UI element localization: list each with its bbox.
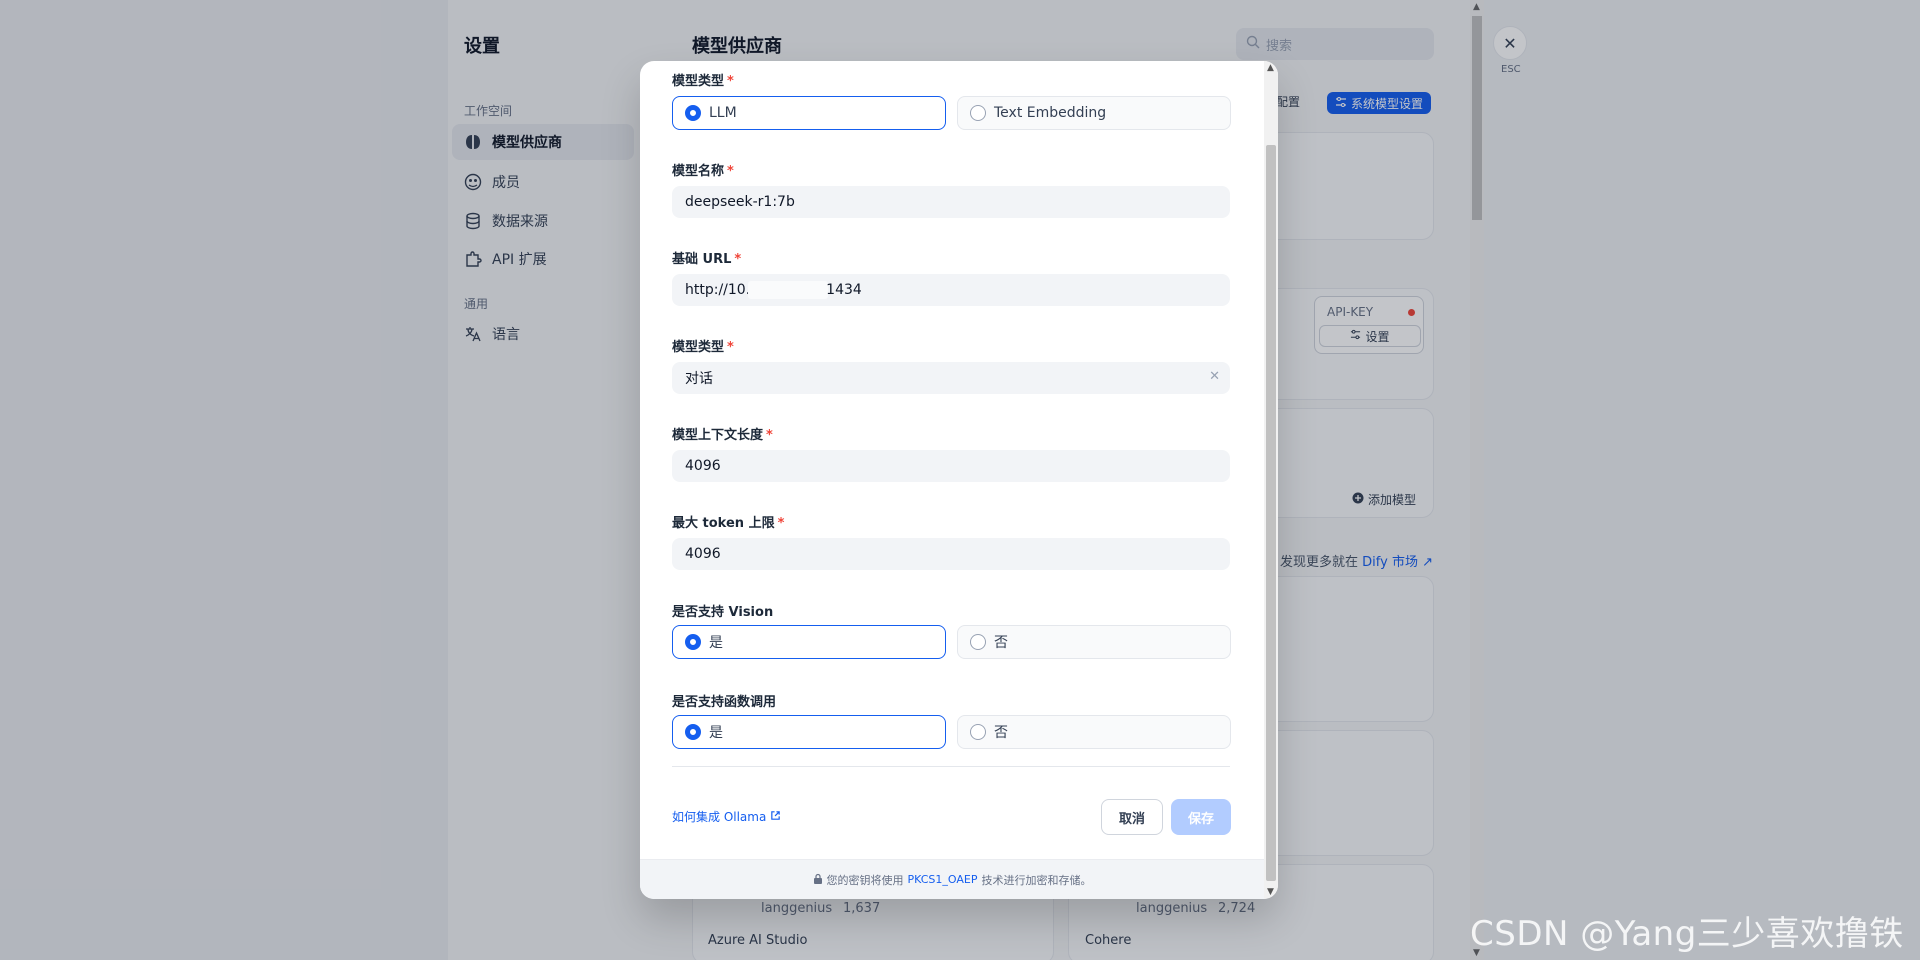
radio-checked-icon xyxy=(685,105,701,121)
option-label: 否 xyxy=(994,635,1008,651)
context-length-label: 模型上下文长度 * xyxy=(672,428,773,443)
footer-prefix: 您的密钥将使用 xyxy=(826,873,904,887)
divider xyxy=(672,766,1230,767)
completion-type-label: 模型类型 * xyxy=(672,340,734,355)
modal-scrollbar[interactable]: ▲ ▼ xyxy=(1264,61,1278,899)
option-label: LLM xyxy=(709,105,737,121)
option-label: 是 xyxy=(709,635,723,651)
clear-icon[interactable]: ✕ xyxy=(1209,369,1220,384)
radio-checked-icon xyxy=(685,634,701,650)
function-call-label: 是否支持函数调用 xyxy=(672,695,777,710)
encryption-notice: 您的密钥将使用 PKCS1_OAEP 技术进行加密和存储。 xyxy=(640,859,1264,899)
model-type-label: 模型类型 * xyxy=(672,74,734,89)
watermark: CSDN @Yang三少喜欢撸铁 xyxy=(1470,914,1904,954)
base-url-prefix: http://10. xyxy=(685,282,751,298)
radio-checked-icon xyxy=(685,724,701,740)
context-length-field[interactable]: 4096 xyxy=(672,450,1230,482)
model-name-field[interactable]: deepseek-r1:7b xyxy=(672,186,1230,218)
add-model-dialog: 模型类型 * LLM Text Embedding 模型名称 * deepseek-… xyxy=(640,61,1278,899)
radio-unchecked-icon xyxy=(970,724,986,740)
base-url-field[interactable]: http://10. 1434 xyxy=(672,274,1230,306)
save-button[interactable]: 保存 xyxy=(1171,799,1231,835)
redacted-block xyxy=(748,281,829,299)
model-name-label: 模型名称 * xyxy=(672,164,734,179)
option-label: Text Embedding xyxy=(994,105,1107,121)
max-token-field[interactable]: 4096 xyxy=(672,538,1230,570)
radio-unchecked-icon xyxy=(970,105,986,121)
external-link-icon xyxy=(770,810,781,824)
scrollbar-thumb[interactable] xyxy=(1266,145,1276,881)
cancel-button[interactable]: 取消 xyxy=(1101,799,1163,835)
footer-suffix: 技术进行加密和存储。 xyxy=(981,873,1092,887)
scroll-down-icon[interactable]: ▼ xyxy=(1267,887,1274,897)
option-label: 是 xyxy=(709,725,723,741)
function-call-option-yes[interactable]: 是 xyxy=(672,715,946,749)
vision-support-label: 是否支持 Vision xyxy=(672,605,774,620)
vision-option-no[interactable]: 否 xyxy=(957,625,1231,659)
base-url-label: 基础 URL * xyxy=(672,252,742,267)
model-type-option-llm[interactable]: LLM xyxy=(672,96,946,130)
completion-type-select[interactable]: 对话 ✕ xyxy=(672,362,1230,394)
radio-unchecked-icon xyxy=(970,634,986,650)
max-token-label: 最大 token 上限 * xyxy=(672,516,785,531)
vision-option-yes[interactable]: 是 xyxy=(672,625,946,659)
base-url-suffix: 1434 xyxy=(826,282,862,298)
model-type-option-text-embedding[interactable]: Text Embedding xyxy=(957,96,1231,130)
pkcs-link[interactable]: PKCS1_OAEP xyxy=(908,873,978,886)
scroll-up-icon[interactable]: ▲ xyxy=(1267,63,1274,73)
function-call-option-no[interactable]: 否 xyxy=(957,715,1231,749)
ollama-help-link[interactable]: 如何集成 Ollama xyxy=(672,808,781,825)
lock-icon xyxy=(813,873,823,887)
option-label: 否 xyxy=(994,725,1008,741)
